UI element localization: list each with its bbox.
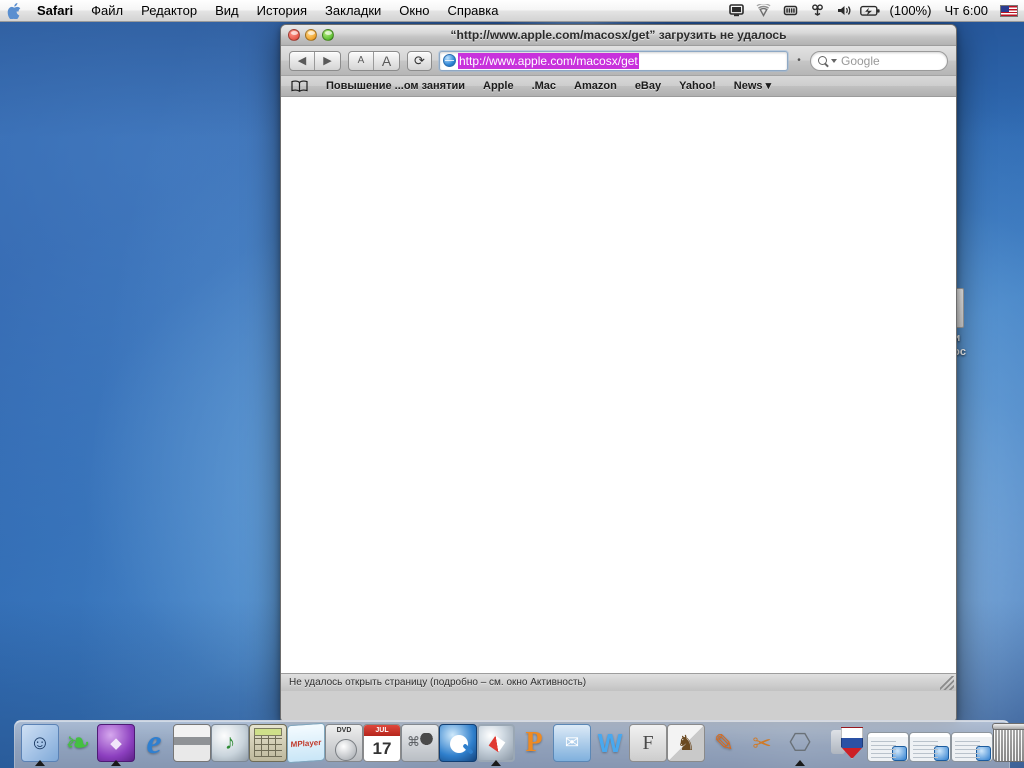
navigation-buttons: ◀ ▶ [289, 50, 341, 71]
volume-icon[interactable] [832, 0, 858, 22]
dock-item-paint[interactable] [705, 722, 743, 766]
dock [14, 720, 1024, 768]
dock-item-dvd-player[interactable] [325, 722, 363, 766]
dock-item-calculator[interactable] [249, 722, 287, 766]
dock-minimized-window-3[interactable] [951, 722, 993, 766]
battery-icon[interactable] [859, 0, 883, 22]
dock-item-purple-app[interactable] [97, 722, 135, 766]
dock-item-printer[interactable] [173, 722, 211, 766]
dock-item-quicktime[interactable] [439, 722, 477, 766]
minimize-button[interactable] [305, 29, 317, 41]
globe-icon [443, 54, 456, 67]
add-bookmark-button[interactable]: • [795, 55, 803, 66]
dock-item-mplayer[interactable] [287, 722, 325, 766]
search-field[interactable]: Google [810, 50, 948, 71]
safari-window[interactable]: “http://www.apple.com/macosx/get” загруз… [280, 24, 957, 722]
menu-item-bookmarks[interactable]: Закладки [316, 0, 390, 22]
dock-item-circuit[interactable] [781, 722, 819, 766]
bookmark-ebay[interactable]: eBay [627, 76, 669, 96]
dock-item-word[interactable] [591, 722, 629, 766]
menu-item-history[interactable]: История [248, 0, 316, 22]
text-size-buttons: A A [348, 50, 400, 71]
address-bar-text[interactable]: http://www.apple.com/macosx/get [458, 52, 639, 69]
bookmark-yahoo[interactable]: Yahoo! [671, 76, 724, 96]
text-larger-button[interactable]: A [374, 52, 399, 70]
screen: ации 12 .doc Safari Файл Редактор Вид Ис… [0, 0, 1024, 768]
bookmark-povyshenie[interactable]: Повышение ...ом занятии [318, 76, 473, 96]
menu-item-safari[interactable]: Safari [28, 0, 82, 22]
bookmark-apple[interactable]: Apple [475, 76, 522, 96]
bookmark-mac[interactable]: .Mac [524, 76, 564, 96]
bookmarks-bar: Повышение ...ом занятии Apple .Mac Amazo… [281, 76, 956, 97]
address-bar[interactable]: http://www.apple.com/macosx/get [439, 50, 788, 71]
dock-item-finder[interactable] [21, 722, 59, 766]
menu-bar-left: Safari Файл Редактор Вид История Закладк… [0, 0, 508, 22]
dock-item-system-preferences[interactable] [401, 722, 439, 766]
dock-item-itunes[interactable] [211, 722, 249, 766]
menu-item-view[interactable]: Вид [206, 0, 248, 22]
input-source-flag-icon[interactable] [1000, 4, 1018, 17]
menu-item-file[interactable]: Файл [82, 0, 132, 22]
window-controls [281, 29, 334, 41]
browser-toolbar: ◀ ▶ A A ⟳ http://www.apple.com/macosx/ge… [281, 46, 956, 76]
text-smaller-button[interactable]: A [349, 51, 374, 70]
apple-menu-icon[interactable] [0, 0, 28, 22]
menu-item-window[interactable]: Окно [390, 0, 438, 22]
dock-item-trash[interactable] [992, 722, 1024, 766]
menu-bar-clock[interactable]: Чт 6:00 [938, 3, 994, 18]
search-placeholder: Google [841, 53, 880, 68]
back-button[interactable]: ◀ [290, 51, 315, 70]
zoom-button[interactable] [322, 29, 334, 41]
menu-item-edit[interactable]: Редактор [132, 0, 206, 22]
bookmark-news[interactable]: News ▾ [726, 76, 779, 96]
status-bar-text: Не удалось открыть страницу (подробно – … [289, 677, 587, 688]
forward-button[interactable]: ▶ [315, 52, 340, 70]
display-icon[interactable] [724, 0, 750, 22]
close-button[interactable] [288, 29, 300, 41]
dock-item-ribbon[interactable] [59, 722, 97, 766]
page-content-area[interactable] [281, 97, 956, 673]
dock-item-ical[interactable] [363, 722, 401, 766]
chevron-down-icon[interactable] [831, 58, 837, 63]
dock-item-internet-explorer[interactable] [135, 722, 173, 766]
battery-percent-label: (100%) [889, 3, 932, 18]
dock-item-safari[interactable] [477, 722, 515, 766]
reload-button[interactable]: ⟳ [407, 50, 432, 71]
airport-wifi-icon[interactable] [751, 0, 777, 22]
status-bar: Не удалось открыть страницу (подробно – … [281, 673, 956, 691]
window-title: “http://www.apple.com/macosx/get” загруз… [450, 28, 787, 42]
bluetooth-icon[interactable] [805, 0, 831, 22]
resize-grip[interactable] [940, 676, 954, 690]
dock-item-tools[interactable] [743, 722, 781, 766]
menu-item-help[interactable]: Справка [439, 0, 508, 22]
dock-item-preview[interactable] [515, 722, 553, 766]
window-titlebar[interactable]: “http://www.apple.com/macosx/get” загруз… [281, 25, 956, 46]
menu-bar: Safari Файл Редактор Вид История Закладк… [0, 0, 1024, 22]
dock-minimized-window-1[interactable] [867, 722, 909, 766]
search-icon [818, 56, 827, 65]
modem-icon[interactable] [778, 0, 804, 22]
show-all-bookmarks-button[interactable] [287, 76, 316, 96]
menu-bar-status-area: (100%) Чт 6:00 [724, 0, 1024, 22]
dock-item-downloads-flag[interactable] [829, 722, 867, 766]
dock-item-mail[interactable] [553, 722, 591, 766]
bookmark-amazon[interactable]: Amazon [566, 76, 625, 96]
dock-item-font-book[interactable] [629, 722, 667, 766]
dock-minimized-window-2[interactable] [909, 722, 951, 766]
dock-item-chess[interactable] [667, 722, 705, 766]
